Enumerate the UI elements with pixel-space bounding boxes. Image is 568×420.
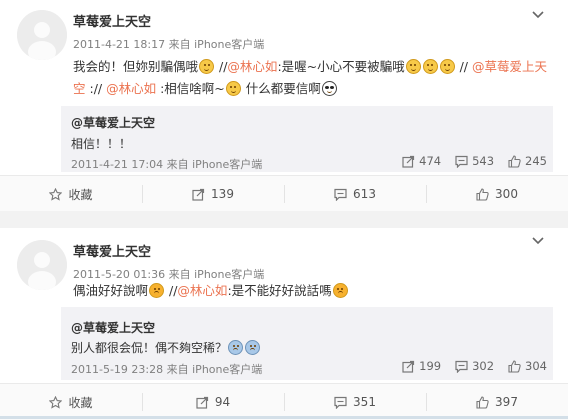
- post-action-bar: 收藏 94 351 397: [0, 383, 568, 420]
- repost-like-count[interactable]: 245: [508, 154, 547, 168]
- forward-button[interactable]: 94: [142, 384, 284, 420]
- thumbs-up-icon: [508, 359, 521, 373]
- avatar[interactable]: [17, 240, 67, 290]
- grin-emoji-icon: [405, 59, 421, 74]
- repost-time[interactable]: 2011-5-19 23:28: [71, 363, 163, 376]
- chevron-down-icon: [532, 11, 544, 19]
- like-button[interactable]: 397: [426, 384, 568, 420]
- comment-icon: [455, 360, 468, 373]
- forward-icon: [192, 188, 205, 201]
- post-time[interactable]: 2011-4-21 18:17: [73, 38, 165, 51]
- sad-emoji-icon: [332, 283, 348, 298]
- username[interactable]: 草莓爱上天空: [73, 11, 151, 30]
- thumbs-up-icon: [476, 187, 489, 201]
- repost-text: 相信！！！: [71, 137, 132, 151]
- forward-icon: [402, 155, 415, 168]
- thumbs-up-icon: [508, 154, 521, 168]
- weibo-post: 草莓爱上天空 2011-4-21 18:17 来自 iPhone客户端 我会的！…: [0, 0, 568, 212]
- favorite-button[interactable]: 收藏: [0, 176, 142, 212]
- comment-icon: [455, 155, 468, 168]
- comment-icon: [334, 188, 347, 201]
- comment-button[interactable]: 351: [284, 384, 426, 420]
- star-icon: [49, 187, 63, 201]
- repost-meta: 2011-4-21 17:04 来自 iPhone客户端: [71, 156, 262, 172]
- scared-emoji-icon: [245, 340, 261, 355]
- post-menu-button[interactable]: [530, 8, 546, 22]
- chevron-down-icon: [532, 237, 544, 245]
- post-source[interactable]: iPhone客户端: [194, 38, 264, 51]
- forward-icon: [402, 360, 415, 373]
- source-prefix: 来自: [166, 363, 189, 376]
- repost-like-count[interactable]: 304: [508, 359, 547, 373]
- repost-time[interactable]: 2011-4-21 17:04: [71, 158, 163, 171]
- grin-emoji-icon: [439, 59, 455, 74]
- favorite-button[interactable]: 收藏: [0, 384, 142, 420]
- repost-card: @草莓爱上天空 别人都很会侃！偶不夠空稀？ 2011-5-19 23:28 来自…: [61, 307, 553, 380]
- surprised-emoji-icon: [199, 59, 215, 74]
- repost-source[interactable]: iPhone客户端: [192, 158, 262, 171]
- comment-icon: [334, 396, 347, 409]
- thumbs-up-icon: [476, 395, 489, 409]
- repost-stats: 199 302 304: [402, 359, 547, 373]
- star-icon: [49, 395, 63, 409]
- repost-comment-count[interactable]: 302: [455, 359, 494, 373]
- default-avatar-icon: [17, 10, 67, 60]
- default-avatar-icon: [17, 240, 67, 290]
- post-text: 我会的！但妳别騙偶哦 //@林心如:是喔~小心不要被騙哦 // @草莓爱上天空 …: [73, 59, 548, 96]
- post-menu-button[interactable]: [530, 234, 546, 248]
- forward-icon: [196, 396, 208, 409]
- repost-username[interactable]: @草莓爱上天空: [71, 319, 155, 336]
- forward-button[interactable]: 139: [142, 176, 284, 212]
- post-action-bar: 收藏 139 613 300: [0, 175, 568, 212]
- mention-link[interactable]: @林心如: [177, 283, 227, 298]
- post-meta: 2011-4-21 18:17 来自 iPhone客户端: [73, 36, 264, 52]
- username[interactable]: 草莓爱上天空: [73, 241, 151, 260]
- source-prefix: 来自: [168, 38, 191, 51]
- weibo-post: 草莓爱上天空 2011-5-20 01:36 来自 iPhone客户端 偶油好好…: [0, 228, 568, 420]
- repost-text: 别人都很会侃！偶不夠空稀？: [71, 339, 261, 356]
- feed-divider: [0, 211, 568, 228]
- repost-comment-count[interactable]: 543: [455, 154, 494, 168]
- source-prefix: 来自: [166, 158, 189, 171]
- post-text: 偶油好好說啊 //@林心如:是不能好好說話嗎: [73, 280, 554, 302]
- repost-forward-count[interactable]: 199: [402, 359, 441, 373]
- comment-button[interactable]: 613: [284, 176, 426, 212]
- mention-link[interactable]: @林心如: [106, 81, 156, 96]
- sad-emoji-icon: [149, 283, 165, 298]
- repost-card: @草莓爱上天空 相信！！！ 2011-4-21 17:04 来自 iPhone客…: [61, 106, 553, 172]
- like-button[interactable]: 300: [426, 176, 568, 212]
- repost-forward-count[interactable]: 474: [402, 154, 441, 168]
- scared-emoji-icon: [228, 340, 244, 355]
- repost-username[interactable]: @草莓爱上天空: [71, 114, 155, 131]
- confused-emoji-icon: [225, 81, 241, 96]
- grin-emoji-icon: [422, 59, 438, 74]
- repost-meta: 2011-5-19 23:28 来自 iPhone客户端: [71, 361, 262, 377]
- repost-stats: 474 543 245: [402, 154, 547, 168]
- mention-link[interactable]: @林心如: [227, 59, 277, 74]
- avatar[interactable]: [17, 10, 67, 60]
- repost-source[interactable]: iPhone客户端: [192, 363, 262, 376]
- panda-emoji-icon: [321, 81, 337, 96]
